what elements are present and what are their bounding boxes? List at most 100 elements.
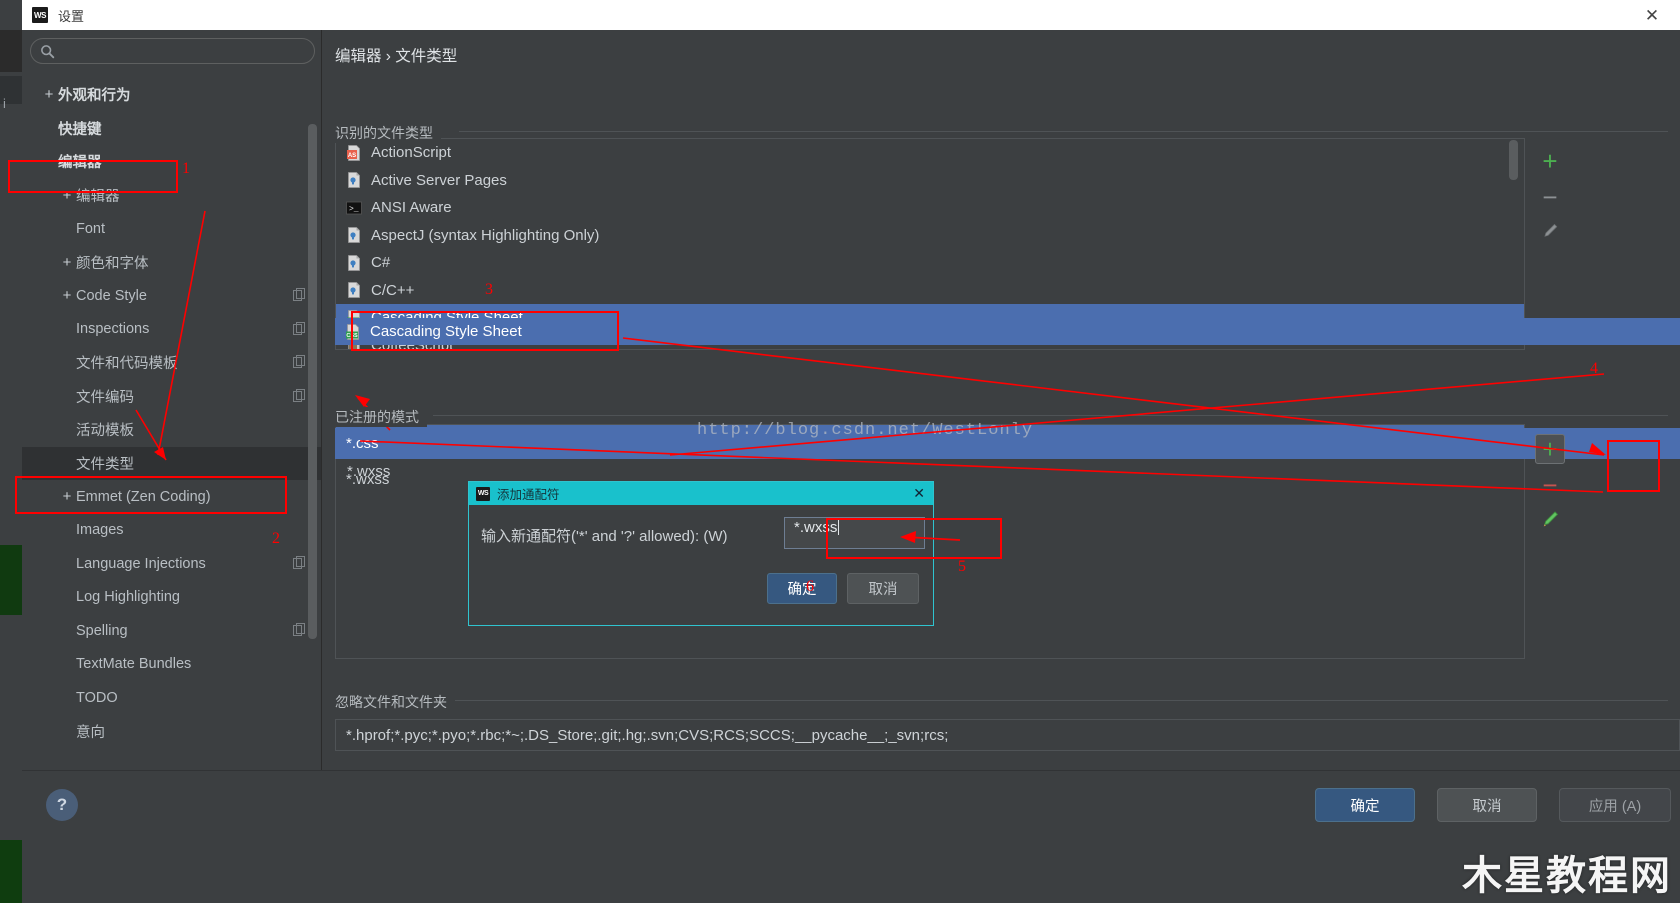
- css-file-icon: CSS: [345, 323, 361, 340]
- dialog-cancel-button[interactable]: 取消: [847, 573, 919, 604]
- sidebar-item-13[interactable]: Images: [22, 514, 321, 548]
- copy-settings-icon[interactable]: [293, 623, 307, 641]
- sidebar-item-15[interactable]: Log Highlighting: [22, 581, 321, 615]
- settings-tree: + 外观和行为 快捷键 − 编辑器 + 编辑器 Font + 颜色和字体 + Code Style In…: [22, 78, 321, 768]
- remove-file-type-button[interactable]: −: [1535, 182, 1565, 212]
- dialog-ok-button[interactable]: 确定: [767, 573, 837, 604]
- collapse-icon[interactable]: −: [40, 153, 58, 170]
- breadcrumb: 编辑器 › 文件类型: [335, 48, 458, 65]
- sidebar-item-3[interactable]: + 编辑器: [22, 179, 321, 213]
- file-type-label: C#: [371, 254, 391, 272]
- sidebar-item-18[interactable]: TODO: [22, 681, 321, 715]
- sidebar-item-label: 意向: [76, 724, 105, 741]
- sidebar-item-label: Code Style: [76, 287, 147, 304]
- sidebar-item-label: Log Highlighting: [76, 589, 180, 606]
- expand-icon[interactable]: +: [58, 488, 76, 505]
- file-type-label: AspectJ (syntax Highlighting Only): [371, 226, 600, 244]
- selected-pattern-row[interactable]: *.css: [346, 428, 566, 459]
- sidebar-item-5[interactable]: + 颜色和字体: [22, 246, 321, 280]
- copy-settings-icon[interactable]: [293, 556, 307, 574]
- sidebar-item-17[interactable]: TextMate Bundles: [22, 648, 321, 682]
- sidebar-item-label: Language Injections: [76, 555, 206, 572]
- wildcard-input[interactable]: *.wxss: [784, 517, 925, 549]
- apply-button[interactable]: 应用 (A): [1559, 788, 1671, 822]
- file-types-scrollbar-thumb[interactable]: [1509, 140, 1518, 180]
- sidebar-item-4[interactable]: Font: [22, 212, 321, 246]
- file-type-row[interactable]: Active Server Pages: [336, 167, 1524, 195]
- expand-icon[interactable]: +: [58, 254, 76, 271]
- expand-icon[interactable]: +: [58, 187, 76, 204]
- file-type-label: C/C++: [371, 281, 415, 299]
- recognized-file-types-title: 识别的文件类型: [335, 123, 441, 143]
- pattern-label: *.css: [346, 435, 379, 452]
- text-cursor: [838, 518, 840, 535]
- dialog-close-icon[interactable]: ✕: [913, 485, 925, 502]
- desktop-left-edge: i: [0, 0, 22, 903]
- file-type-row[interactable]: AspectJ (syntax Highlighting Only): [336, 222, 1524, 250]
- sidebar-item-12[interactable]: + Emmet (Zen Coding): [22, 480, 321, 514]
- selected-file-type-row[interactable]: CSS Cascading Style Sheet: [340, 318, 640, 345]
- file-types-scrollbar[interactable]: [1509, 140, 1518, 348]
- sidebar-item-label: Inspections: [76, 321, 150, 338]
- sidebar-item-9[interactable]: 文件编码: [22, 380, 321, 414]
- dialog-title: 添加通配符: [497, 488, 560, 502]
- add-file-type-button[interactable]: +: [1535, 146, 1565, 176]
- ignore-files-value: *.hprof;*.pyc;*.pyo;*.rbc;*~;.DS_Store;.…: [346, 726, 949, 744]
- sidebar-item-14[interactable]: Language Injections: [22, 547, 321, 581]
- sidebar-scrollbar-thumb[interactable]: [308, 124, 317, 639]
- sidebar-item-16[interactable]: Spelling: [22, 614, 321, 648]
- copy-settings-icon[interactable]: [293, 355, 307, 373]
- sidebar-item-label: 编辑器: [58, 155, 102, 172]
- plus-icon: +: [1542, 434, 1558, 464]
- site-watermark: 木星教程网: [1462, 854, 1672, 898]
- ignore-files-input[interactable]: *.hprof;*.pyc;*.pyo;*.rbc;*~;.DS_Store;.…: [335, 719, 1680, 751]
- expand-icon[interactable]: +: [40, 86, 58, 103]
- close-icon[interactable]: ✕: [1634, 1, 1670, 29]
- ok-button[interactable]: 确定: [1315, 788, 1415, 822]
- webstorm-logo-icon: WS: [476, 486, 490, 501]
- generic-file-icon: [346, 172, 362, 189]
- sidebar-item-7[interactable]: Inspections: [22, 313, 321, 347]
- copy-settings-icon[interactable]: [293, 321, 307, 340]
- pencil-icon: [1539, 508, 1561, 535]
- sidebar-item-1[interactable]: 快捷键: [22, 112, 321, 146]
- search-input[interactable]: [63, 39, 308, 63]
- search-icon: [40, 44, 55, 64]
- add-pattern-button[interactable]: +: [1535, 434, 1565, 464]
- sidebar-item-6[interactable]: + Code Style: [22, 279, 321, 313]
- sidebar-item-label: 颜色和字体: [76, 255, 149, 272]
- copy-settings-icon[interactable]: [293, 288, 307, 306]
- dialog-button-bar: ? 确定 取消 应用 (A): [22, 770, 1680, 840]
- sidebar-item-11[interactable]: 文件类型: [22, 446, 321, 480]
- background-ghost-text: i: [3, 96, 6, 111]
- expand-icon[interactable]: +: [58, 287, 76, 304]
- search-container: [30, 38, 315, 64]
- svg-text:>_: >_: [349, 205, 359, 214]
- sidebar-scrollbar[interactable]: [308, 78, 317, 768]
- edit-file-type-button[interactable]: [1535, 218, 1565, 248]
- cancel-button[interactable]: 取消: [1437, 788, 1537, 822]
- generic-file-icon: [346, 227, 362, 244]
- sidebar-item-label: Font: [76, 220, 106, 237]
- generic-file-icon: [346, 282, 362, 299]
- sidebar-item-label: 文件类型: [76, 456, 134, 473]
- search-box[interactable]: [30, 38, 315, 64]
- sidebar-item-10[interactable]: 活动模板: [22, 413, 321, 447]
- remove-pattern-button[interactable]: −: [1535, 470, 1565, 500]
- file-type-row[interactable]: AS ActionScript: [336, 139, 1524, 167]
- sidebar-item-label: Emmet (Zen Coding): [76, 488, 211, 505]
- help-button[interactable]: ?: [46, 789, 78, 821]
- sidebar-item-19[interactable]: 意向: [22, 715, 321, 749]
- sidebar-item-label: Images: [76, 522, 124, 539]
- edit-pattern-button[interactable]: [1535, 506, 1565, 536]
- webstorm-logo-icon: WS: [32, 7, 48, 23]
- sidebar-item-2[interactable]: − 编辑器: [22, 145, 321, 179]
- svg-text:CSS: CSS: [346, 333, 358, 339]
- file-type-row[interactable]: >_ ANSI Aware: [336, 194, 1524, 222]
- copy-settings-icon[interactable]: [293, 388, 307, 407]
- ignore-files-title: 忽略文件和文件夹: [335, 692, 455, 712]
- file-type-row[interactable]: C#: [336, 249, 1524, 277]
- sidebar-item-8[interactable]: 文件和代码模板: [22, 346, 321, 380]
- sidebar-item-0[interactable]: + 外观和行为: [22, 78, 321, 112]
- file-type-row[interactable]: C/C++: [336, 277, 1524, 305]
